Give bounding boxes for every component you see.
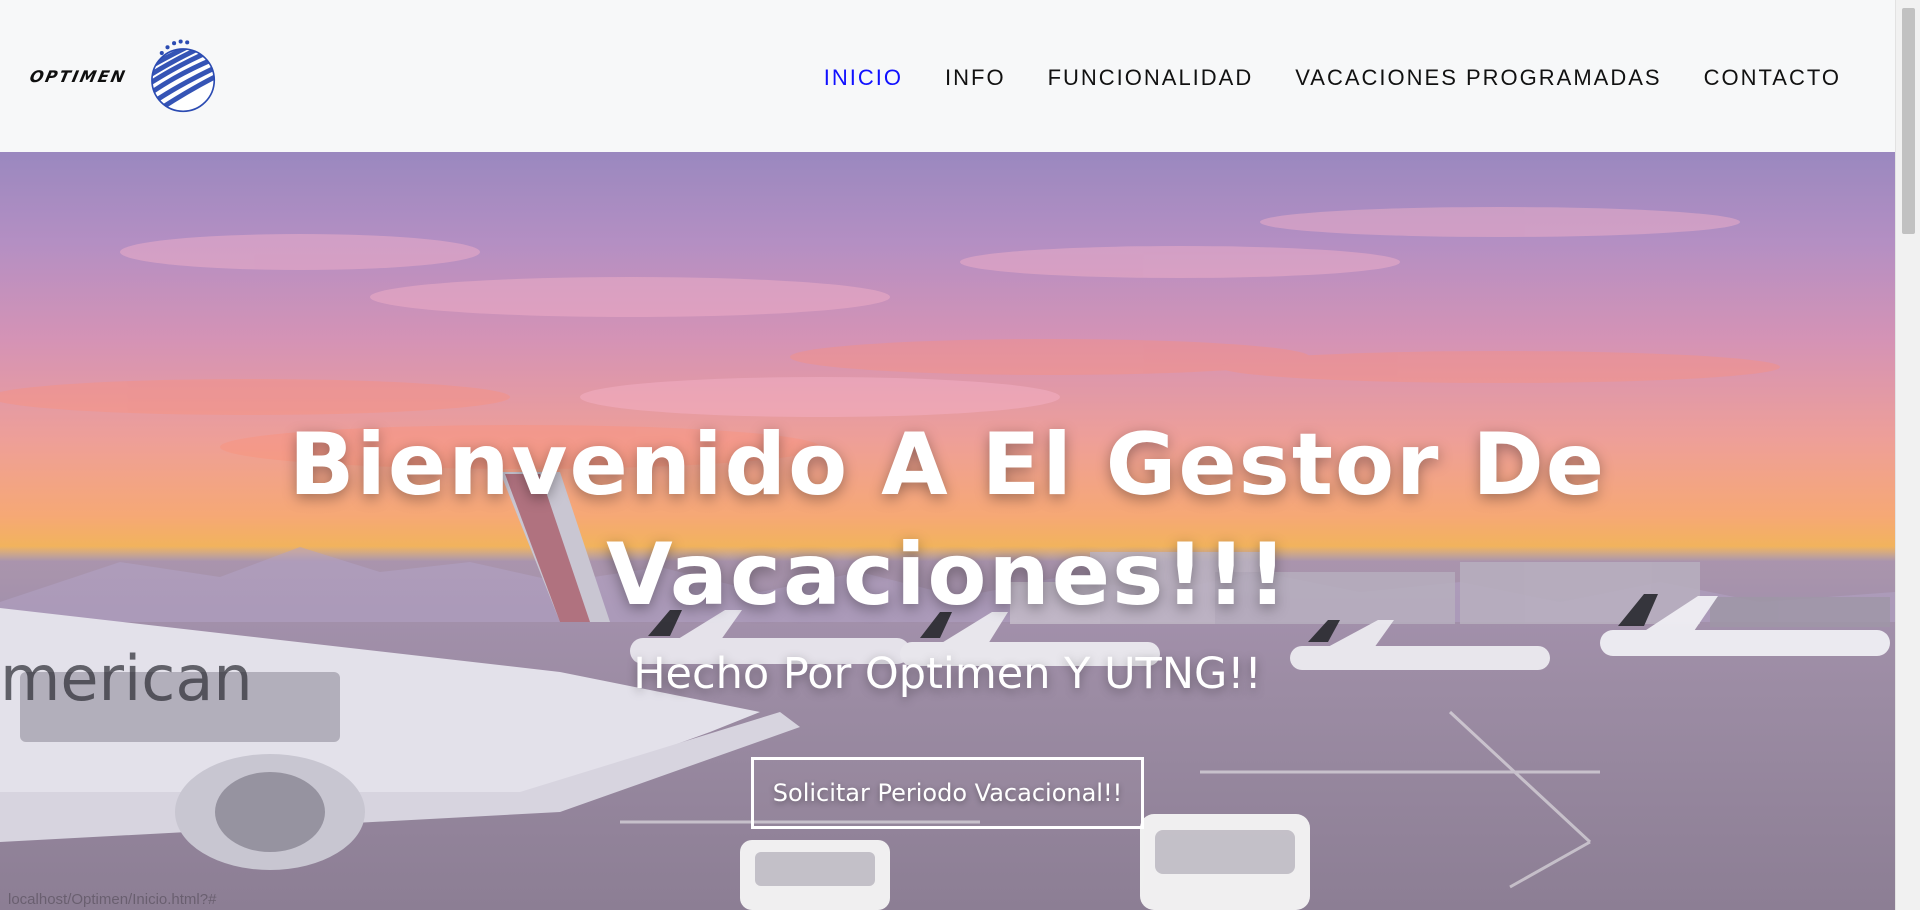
hero-title: Bienvenido A El Gestor De Vacaciones!!! [288, 415, 1607, 625]
request-vacation-button[interactable]: Solicitar Periodo Vacacional!! [751, 757, 1144, 829]
page-scrollbar[interactable] [1895, 0, 1920, 910]
hero-content: Bienvenido A El Gestor De Vacaciones!!! … [0, 152, 1895, 910]
main-nav: INICIO INFO FUNCIONALIDAD VACACIONES PRO… [824, 65, 1841, 91]
nav-item-inicio[interactable]: INICIO [824, 65, 903, 91]
globe-icon [151, 39, 216, 113]
nav-item-contacto[interactable]: CONTACTO [1704, 65, 1841, 91]
scrollbar-thumb[interactable] [1902, 8, 1915, 234]
hero-section: merican Bienvenido A El Gestor De Vacaci… [0, 152, 1895, 910]
nav-item-funcionalidad[interactable]: FUNCIONALIDAD [1048, 65, 1254, 91]
nav-item-vacaciones-programadas[interactable]: VACACIONES PROGRAMADAS [1295, 65, 1661, 91]
top-navbar: OPTIMEN INICIO INFO FUNCIONALIDAD VACACI… [0, 0, 1895, 152]
hero-subtitle: Hecho Por Optimen Y UTNG!! [633, 649, 1262, 699]
brand[interactable]: OPTIMEN [27, 26, 220, 126]
link-hover-status: localhost/Optimen/Inicio.html?# [8, 891, 217, 908]
brand-logo-text: OPTIMEN [27, 66, 129, 86]
nav-item-info[interactable]: INFO [945, 65, 1006, 91]
